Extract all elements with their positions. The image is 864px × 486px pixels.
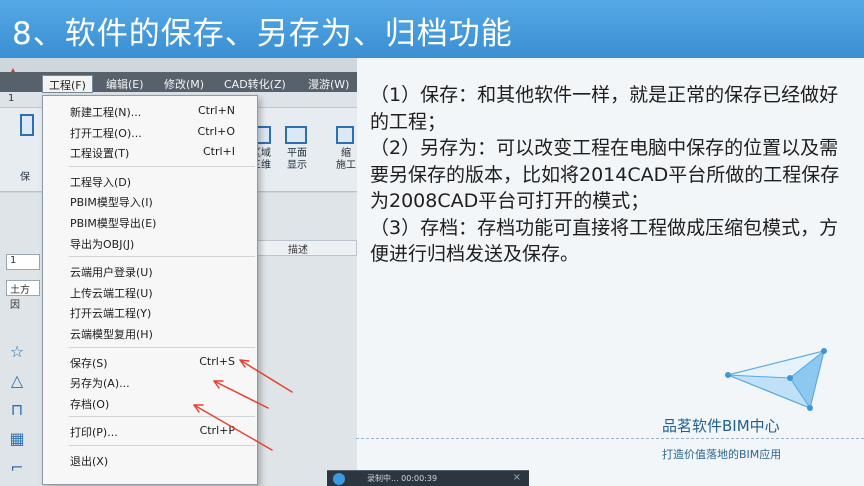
menu-separator <box>69 256 255 258</box>
recorder-close-icon[interactable]: × <box>513 472 521 483</box>
menu-separator <box>69 445 255 446</box>
file-menu-item-label: PBIM模型导入(I) <box>70 196 153 210</box>
menu-item-4[interactable]: 漫游(W) <box>302 75 355 93</box>
file-menu-item-label: 打开云端工程(Y) <box>70 307 152 321</box>
building-icon[interactable]: ▦ <box>4 429 30 453</box>
file-menu-item[interactable]: 云端用户登录(U) <box>43 261 257 281</box>
file-menu-item-label: 打印(P)... <box>70 426 118 440</box>
file-menu-item-label: 退出(X) <box>70 455 109 468</box>
ribbon-button-label: 缩 施工 <box>336 148 356 171</box>
file-menu-item[interactable]: 打开工程(O)... Ctrl+O <box>43 122 257 142</box>
file-menu-item-label: PBIM模型导出(E) <box>70 217 157 230</box>
file-menu-item[interactable]: 工程设置(T) Ctrl+I <box>43 142 257 162</box>
recorder-status: 录制中... 00:00:39 <box>367 474 438 483</box>
type-input[interactable]: 土方因 <box>6 280 40 311</box>
paragraph-save-as: （2）另存为：可以改变工程在电脑中保存的位置以及需要另保存的版本，比如将2014… <box>370 137 840 212</box>
file-menu-item-label: 上传云端工程(U) <box>70 286 153 300</box>
file-menu-item[interactable]: 新建工程(N)... Ctrl+N <box>43 101 257 121</box>
file-menu-item[interactable]: PBIM模型导出(E) <box>43 212 257 232</box>
paragraph-save: （1）保存：和其他软件一样，就是正常的保存已经做好的工程； <box>370 84 839 133</box>
file-menu-item[interactable]: 上传云端工程(U) <box>43 282 257 302</box>
ribbon-button-label: 平面 显示 <box>287 148 307 171</box>
menu-separator <box>69 416 255 418</box>
menu-separator <box>69 346 255 348</box>
zoom-icon <box>336 126 354 144</box>
file-menu-item[interactable]: 打印(P)... Ctrl+P <box>43 421 257 441</box>
file-menu-item-label: 工程设置(T) <box>70 147 130 161</box>
brand-slogan: 打造价值落地的BIM应用 <box>662 448 782 461</box>
mountain-icon[interactable]: △ <box>4 371 30 395</box>
slide-title-bar: 8、软件的保存、另存为、归档功能 <box>0 0 864 58</box>
recorder-icon <box>333 473 345 485</box>
menu-item-2[interactable]: 修改(M) <box>158 75 210 93</box>
file-menu-item-label: 存档(O) <box>70 397 110 411</box>
file-menu-item-label: 打开工程(O)... <box>70 126 142 140</box>
explanation-text: （1）保存：和其他软件一样，就是正常的保存已经做好的工程； （2）另存为：可以改… <box>370 82 840 268</box>
file-menu-item-shortcut: Ctrl+O <box>197 124 235 138</box>
file-menu-item-shortcut: Ctrl+S <box>199 354 235 368</box>
desc-column-header: 描述 <box>255 240 357 256</box>
file-menu-item-shortcut: Ctrl+P <box>199 424 235 438</box>
file-menu-item-label: 新建工程(N)... <box>70 106 142 119</box>
file-menu-item[interactable]: 工程导入(D) <box>43 171 257 191</box>
file-menu-item-label: 另存为(A)... <box>70 377 130 391</box>
star-icon[interactable]: ☆ <box>4 342 30 366</box>
slide-title: 8、软件的保存、另存为、归档功能 <box>12 16 513 52</box>
file-menu-item-shortcut: Ctrl+N <box>197 104 235 117</box>
tab-label[interactable]: 1 <box>8 93 14 104</box>
brand-logo-icon <box>725 348 827 411</box>
file-menu-item[interactable]: 导出为OBJ(J) <box>43 233 257 253</box>
hook-icon[interactable]: ⌐ <box>4 458 30 482</box>
file-menu-item-label: 导出为OBJ(J) <box>70 237 135 251</box>
file-menu-item-label: 云端用户登录(U) <box>70 266 153 280</box>
pipe-icon[interactable]: ⊓ <box>4 400 30 424</box>
file-menu-item-label: 工程导入(D) <box>70 175 132 189</box>
file-menu-item[interactable]: 保存(S) Ctrl+S <box>43 352 257 372</box>
menu-item-1[interactable]: 编辑(E) <box>100 75 150 93</box>
file-menu-item-shortcut: Ctrl+I <box>202 145 235 159</box>
file-menu-item[interactable]: 云端模型复用(H) <box>43 323 257 343</box>
file-menu-item[interactable]: 退出(X) <box>43 450 257 470</box>
file-menu-item[interactable]: PBIM模型导入(I) <box>43 191 257 211</box>
brand-name: 品茗软件BIM中心 <box>662 417 780 435</box>
ribbon-left-label: 保 <box>20 172 30 183</box>
menu-separator <box>69 165 255 167</box>
paragraph-archive: （3）存档：存档功能可直接将工程做成压缩包模式，方便进行归档发送及保存。 <box>370 216 839 266</box>
file-menu-item[interactable]: 存档(O) <box>43 393 257 413</box>
file-menu-dropdown: 新建工程(N)... Ctrl+N 打开工程(O)... Ctrl+O 工程设置(T) C… <box>42 95 258 485</box>
plan-view-icon <box>285 126 307 144</box>
file-menu-item[interactable]: 打开云端工程(Y) <box>43 302 257 322</box>
file-menu-item-label: 云端模型复用(H) <box>70 328 153 341</box>
save-icon <box>20 114 34 136</box>
menu-item-0[interactable]: 工程(F) <box>42 75 93 93</box>
menu-item-3[interactable]: CAD转化(Z) <box>218 75 292 93</box>
screen-recorder-bar[interactable]: 录制中... 00:00:39 × <box>327 470 529 486</box>
layer-input[interactable]: 1 <box>6 254 40 270</box>
file-menu-item[interactable]: 另存为(A)... <box>43 372 257 392</box>
brand-divider <box>356 438 864 439</box>
file-menu-item-label: 保存(S) <box>70 356 108 370</box>
